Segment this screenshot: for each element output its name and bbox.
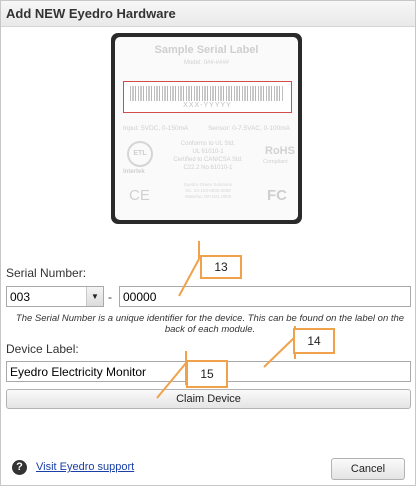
callout-13: 13 — [200, 255, 242, 279]
serial-help-text: The Serial Number is a unique identifier… — [15, 313, 405, 335]
conformity-line: UL 61010-1 — [192, 149, 224, 155]
barcode-number: XXX-YYYYY — [183, 102, 232, 109]
cancel-button[interactable]: Cancel — [331, 458, 405, 480]
sample-serial-label-image: Sample Serial Label Model: 0##-#### XXX-… — [111, 33, 302, 224]
sensor-spec: Sensor: 0-7.5VAC, 0-100mA — [208, 125, 290, 132]
conformity-line: Certified to CAN/CSA Std. — [173, 157, 243, 163]
ce-mark-icon: CE — [129, 187, 150, 204]
company-text: Eyedro Green Solutions Inc. 23-103-0000 … — [173, 182, 243, 200]
rohs-compliant-text: Compliant — [263, 159, 288, 165]
serial-label-heading: Sample Serial Label — [154, 44, 259, 56]
intertek-logo: Intertek — [123, 169, 145, 175]
company-line: Waterloo ON N2L 0000 — [184, 194, 232, 199]
callout-15: 15 — [186, 360, 228, 388]
serial-prefix-select[interactable]: 003 ▼ — [6, 286, 104, 307]
barcode-highlight: XXX-YYYYY — [123, 81, 292, 113]
serial-number-input[interactable]: 00000 — [119, 286, 411, 307]
serial-label-model: Model: 0##-#### — [183, 60, 230, 66]
rohs-logo-icon: RoHS — [265, 145, 295, 157]
conformity-text: Conforms to UL Std. UL 61010-1 Certified… — [173, 140, 243, 172]
help-icon[interactable]: ? — [12, 460, 27, 475]
barcode-image — [130, 86, 284, 101]
add-hardware-dialog: Add NEW Eyedro Hardware Sample Serial La… — [0, 0, 416, 486]
dialog-titlebar: Add NEW Eyedro Hardware — [1, 1, 415, 27]
dialog-title: Add NEW Eyedro Hardware — [6, 6, 176, 21]
conformity-line: Conforms to UL Std. — [180, 141, 236, 147]
conformity-line: C22.2 No.61010-1 — [183, 165, 233, 171]
chevron-down-icon[interactable]: ▼ — [86, 287, 103, 306]
etl-logo-icon: ETL — [127, 141, 153, 167]
fcc-logo-icon: FC — [267, 187, 287, 204]
serial-label-specs: Input: 5VDC, 0-150mA Sensor: 0-7.5VAC, 0… — [123, 125, 290, 132]
device-label-label: Device Label: — [6, 342, 79, 356]
visit-support-link[interactable]: Visit Eyedro support — [36, 461, 134, 473]
input-spec: Input: 5VDC, 0-150mA — [123, 125, 189, 132]
serial-prefix-value: 003 — [10, 290, 31, 304]
callout-14: 14 — [293, 328, 335, 354]
serial-separator: - — [108, 290, 112, 304]
claim-device-button[interactable]: Claim Device — [6, 389, 411, 409]
serial-number-label: Serial Number: — [6, 266, 87, 280]
